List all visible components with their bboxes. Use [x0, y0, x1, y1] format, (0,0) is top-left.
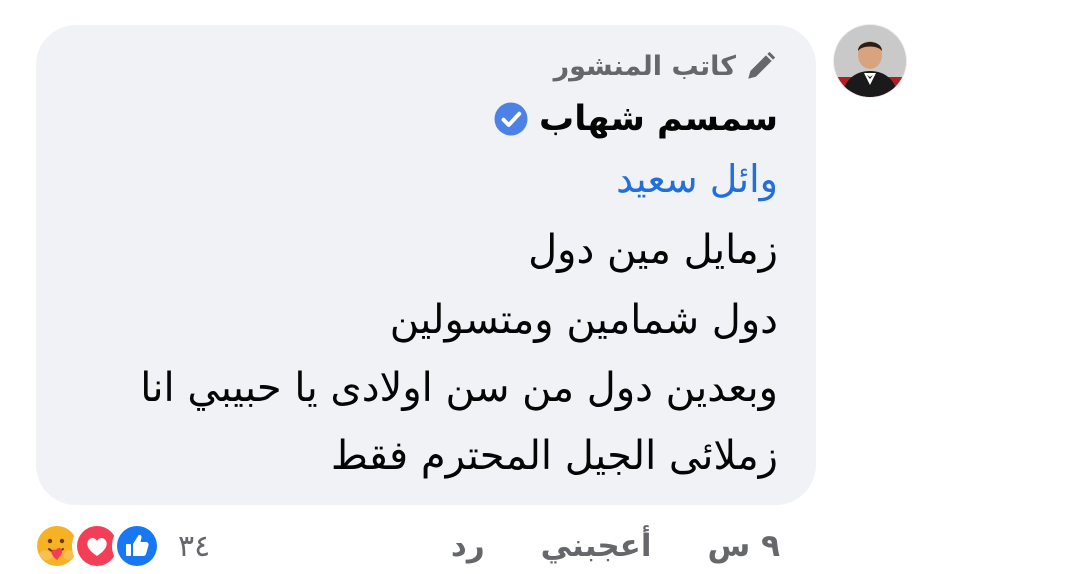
author-badge: كاتب المنشور — [554, 49, 778, 83]
author-name[interactable]: سمسم شهاب — [539, 99, 778, 139]
reactions-summary[interactable]: ٣٤ — [32, 518, 210, 574]
like-button[interactable]: أعجبني — [541, 528, 652, 564]
comment-actions: ٩ س أعجبني رد — [451, 528, 780, 564]
mention-link[interactable]: وائل سعيد — [616, 157, 778, 201]
comment-text-line: دول شمامين ومتسولين — [389, 297, 778, 343]
reply-button[interactable]: رد — [451, 528, 485, 564]
comment-bubble: كاتب المنشور سمسم شهاب وائل سعيد زمايل م… — [36, 25, 816, 505]
comment-text-line: وبعدين دول من سن اولادى يا حبيبي انا — [140, 365, 778, 411]
comment-text-line: زملائى الجيل المحترم فقط — [330, 433, 778, 479]
author-name-row[interactable]: سمسم شهاب — [493, 99, 778, 139]
comment-timestamp[interactable]: ٩ س — [708, 528, 781, 564]
comment-text-line: زمايل مين دول — [528, 227, 778, 273]
verified-badge-icon — [493, 101, 529, 137]
reaction-count[interactable]: ٣٤ — [178, 529, 210, 564]
avatar[interactable] — [834, 25, 906, 97]
comment-screen: كاتب المنشور سمسم شهاب وائل سعيد زمايل م… — [0, 0, 1080, 574]
like-icon — [112, 521, 162, 571]
avatar-image — [834, 25, 906, 97]
author-badge-label: كاتب المنشور — [553, 50, 736, 82]
pencil-icon — [744, 49, 778, 83]
